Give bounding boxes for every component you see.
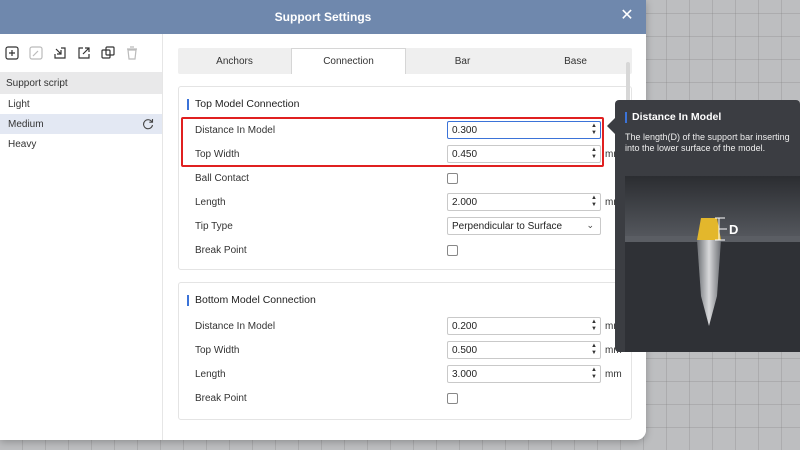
field-label: Distance In Model	[195, 320, 276, 332]
top-break-point-checkbox[interactable]	[447, 244, 458, 256]
top-length-row: Length 2.000 ▲ ▼ mm	[195, 193, 625, 211]
bottom-width-row: Top Width 0.500 ▲ ▼ mm	[195, 341, 625, 359]
settings-panel: Anchors Connection Bar Base Top Model Co…	[164, 34, 646, 440]
spin-arrows-icon[interactable]: ▲ ▼	[591, 195, 597, 209]
settings-tabs: Anchors Connection Bar Base	[178, 48, 632, 74]
spin-arrows-icon[interactable]: ▲ ▼	[591, 123, 597, 137]
support-script-header: Support script	[0, 72, 162, 94]
script-panel: Support script Light Medium Heavy	[0, 34, 163, 440]
bottom-width-input[interactable]: 0.500 ▲ ▼	[447, 341, 601, 359]
field-label: Top Width	[195, 148, 240, 160]
top-model-connection-section: Top Model Connection Distance In Model 0…	[178, 86, 632, 270]
support-tip-diagram: D	[625, 176, 800, 352]
bottom-length-input[interactable]: 3.000 ▲ ▼	[447, 365, 601, 383]
add-icon[interactable]	[3, 44, 21, 62]
field-label: Ball Contact	[195, 172, 249, 184]
section-title: Bottom Model Connection	[187, 295, 316, 306]
script-item-label: Light	[8, 98, 30, 110]
bottom-model-connection-section: Bottom Model Connection Distance In Mode…	[178, 282, 632, 420]
section-title: Top Model Connection	[187, 99, 299, 110]
ball-contact-checkbox[interactable]	[447, 172, 458, 184]
script-item-label: Heavy	[8, 138, 37, 150]
support-settings-dialog: Support Settings ✕ Support script Light …	[0, 0, 646, 440]
copy-icon[interactable]	[99, 44, 117, 62]
script-item-label: Medium	[8, 118, 44, 130]
tooltip-title: Distance In Model	[625, 112, 721, 123]
diagram-d-label: D	[729, 222, 738, 237]
top-length-input[interactable]: 2.000 ▲ ▼	[447, 193, 601, 211]
top-break-point-row: Break Point	[195, 241, 625, 259]
reset-icon[interactable]	[141, 117, 155, 131]
spin-arrows-icon[interactable]: ▲ ▼	[591, 319, 597, 333]
tooltip-distance-in-model: Distance In Model The length(D) of the s…	[607, 100, 800, 352]
script-toolbar	[0, 34, 162, 72]
close-icon[interactable]: ✕	[620, 8, 634, 24]
ball-contact-row: Ball Contact	[195, 169, 625, 187]
tab-anchors[interactable]: Anchors	[178, 48, 291, 74]
bottom-break-point-checkbox[interactable]	[447, 392, 458, 404]
dialog-titlebar: Support Settings ✕	[0, 0, 646, 34]
field-label: Length	[195, 368, 226, 380]
edit-icon[interactable]	[27, 44, 45, 62]
field-label: Break Point	[195, 244, 247, 256]
script-item-heavy[interactable]: Heavy	[0, 134, 162, 154]
script-item-light[interactable]: Light	[0, 94, 162, 114]
tip-type-select[interactable]: Perpendicular to Surface ⌄	[447, 217, 601, 235]
settings-scroll-area: Top Model Connection Distance In Model 0…	[178, 86, 632, 436]
field-label: Length	[195, 196, 226, 208]
bottom-distance-input[interactable]: 0.200 ▲ ▼	[447, 317, 601, 335]
tab-base[interactable]: Base	[519, 48, 632, 74]
unit-label: mm	[605, 368, 622, 380]
field-label: Distance In Model	[195, 124, 276, 136]
top-distance-input[interactable]: 0.300 ▲ ▼	[447, 121, 601, 139]
tab-bar[interactable]: Bar	[406, 48, 519, 74]
bottom-length-row: Length 3.000 ▲ ▼ mm	[195, 365, 625, 383]
script-item-medium[interactable]: Medium	[0, 114, 162, 134]
tooltip-description: The length(D) of the support bar inserti…	[625, 132, 790, 153]
bottom-distance-row: Distance In Model 0.200 ▲ ▼ mm	[195, 317, 625, 335]
field-label: Break Point	[195, 392, 247, 404]
import-icon[interactable]	[51, 44, 69, 62]
tip-type-row: Tip Type Perpendicular to Surface ⌄	[195, 217, 625, 235]
top-distance-row: Distance In Model 0.300 ▲ ▼	[195, 121, 625, 139]
dialog-title: Support Settings	[274, 10, 372, 24]
top-width-row: Top Width 0.450 ▲ ▼ mm	[195, 145, 625, 163]
tab-connection[interactable]: Connection	[291, 48, 406, 74]
field-label: Top Width	[195, 344, 240, 356]
top-width-input[interactable]: 0.450 ▲ ▼	[447, 145, 601, 163]
field-label: Tip Type	[195, 220, 233, 232]
chevron-down-icon: ⌄	[586, 220, 594, 230]
export-icon[interactable]	[75, 44, 93, 62]
bottom-break-point-row: Break Point	[195, 389, 625, 407]
delete-icon[interactable]	[123, 44, 141, 62]
spin-arrows-icon[interactable]: ▲ ▼	[591, 343, 597, 357]
spin-arrows-icon[interactable]: ▲ ▼	[591, 367, 597, 381]
spin-arrows-icon[interactable]: ▲ ▼	[591, 147, 597, 161]
